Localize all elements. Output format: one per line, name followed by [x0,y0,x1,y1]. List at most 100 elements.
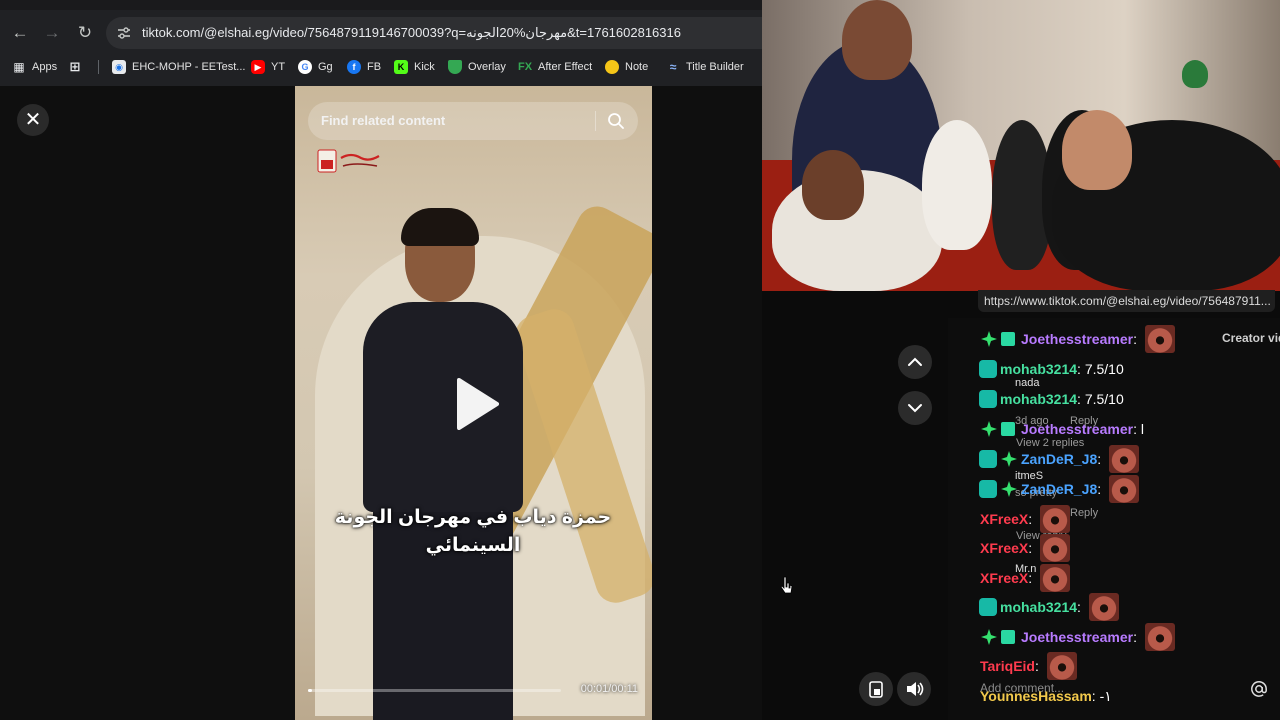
bookmark-label: Kick [414,61,435,73]
miniplayer-button[interactable] [859,672,893,706]
chat-username[interactable]: mohab3214 [1000,391,1077,407]
progress-bar[interactable] [308,689,561,692]
tiktok-viewer: ✕ Find related content حمزة دياب في مهرج… [0,86,762,720]
volume-icon [907,682,924,696]
caption-line: السينمائي [425,535,521,556]
chat-text: l [1140,421,1144,437]
bookmark-apps[interactable]: ▦ Apps [12,56,57,78]
bookmark-label: Note [625,61,649,73]
youtube-icon: ▶ [251,60,265,74]
bookmark-gg[interactable]: G Gg [298,56,333,78]
bookmark-overlay[interactable]: Overlay [448,56,506,78]
sparkle-badge-icon [981,629,997,645]
emote-icon [1040,564,1071,592]
search-icon[interactable] [606,111,626,131]
gg-badge-icon [979,360,997,378]
link-tooltip: https://www.tiktok.com/@elshai.eg/video/… [978,290,1275,312]
chat-username[interactable]: mohab3214 [1000,361,1077,377]
bookmark-label: Title Builder [686,61,744,73]
chat-username[interactable]: Joethesstreamer [1021,629,1133,645]
browser-chrome: ← → ↻ tiktok.com/@elshai.eg/video/756487… [0,0,766,86]
chat-text: 7.5/10 [1084,391,1124,407]
emote-icon [1040,505,1071,533]
bookmark-note[interactable]: Note [605,56,648,78]
chat-message: TariqEid: [980,652,1077,680]
site-settings-icon[interactable] [116,25,132,41]
mouse-cursor-icon [780,576,793,594]
chat-message: Joethesstreamer: [980,325,1175,353]
mention-icon[interactable] [1249,679,1269,699]
reply-link[interactable]: Reply [1070,507,1098,519]
gg-badge-icon [979,450,997,468]
video-subject [343,208,543,720]
wave-icon: ≈ [669,60,677,74]
bookmark-ehc[interactable]: ◉ EHC-MOHP - EETest... [112,56,245,78]
chevron-up-icon [908,357,922,366]
video-player[interactable]: Find related content حمزة دياب في مهرجان… [295,86,652,720]
back-button[interactable]: ← [9,22,31,44]
chat-text: 7.5/10 [1084,361,1124,377]
chat-username[interactable]: TariqEid [980,658,1035,674]
bookmark-kick[interactable]: K Kick [394,56,435,78]
creator-videos-tab[interactable]: Creator vid [1222,331,1280,345]
grid-icon: ⊞ [69,59,81,74]
emote-icon [1109,475,1140,503]
toolbar: ← → ↻ tiktok.com/@elshai.eg/video/756487… [0,14,766,52]
emote-icon [1109,445,1140,473]
bookmarks-bar: ▦ Apps ⊞ ◉ EHC-MOHP - EETest... ▶ YT G G… [0,56,762,78]
bookmark-grid[interactable]: ⊞ [68,56,88,78]
picture-in-picture-icon [869,681,883,698]
emote-icon [1040,534,1071,562]
forward-button[interactable]: → [41,22,63,44]
chat-message: YounnesHassam: -١ [980,687,1112,705]
url-text[interactable]: tiktok.com/@elshai.eg/video/756487911914… [142,25,681,41]
previous-video-button[interactable] [898,345,932,379]
site-icon: ◉ [112,60,126,74]
search-divider [595,111,596,131]
note-icon [605,60,619,74]
reload-button[interactable]: ↻ [74,22,96,44]
gg-badge-icon [979,390,997,408]
chat-text: -١ [1099,687,1112,704]
bookmark-label: YT [271,61,286,73]
sparkle-badge-icon [981,331,997,347]
bookmark-yt[interactable]: ▶ YT [251,56,285,78]
bookmark-label: Apps [32,61,58,73]
next-video-button[interactable] [898,391,932,425]
play-icon[interactable] [453,376,501,432]
chat-username[interactable]: XFreeX [980,570,1028,586]
chat-username[interactable]: Joethesstreamer [1021,331,1133,347]
bookmark-after-effect[interactable]: FX After Effect [518,56,592,78]
channel-logo-icon [317,149,380,173]
chat-username[interactable]: Joethesstreamer [1021,421,1133,437]
gg-badge-icon [979,480,997,498]
chat-username[interactable]: mohab3214 [1000,599,1077,615]
chat-message: Joethesstreamer: [980,623,1175,651]
bookmark-fb[interactable]: f FB [347,56,381,78]
chevron-down-icon [908,404,922,413]
chat-message: XFreeX: [980,505,1071,533]
kick-icon: K [394,60,408,74]
bookmark-title-builder[interactable]: ≈ Title Builder [666,56,744,78]
sparkle-badge-icon [1001,481,1017,497]
volume-button[interactable] [897,672,931,706]
progress-fill [308,689,312,692]
emote-icon [1144,325,1175,353]
related-search-input[interactable]: Find related content [308,102,638,140]
chat-username[interactable]: YounnesHassam [980,688,1092,704]
chat-username[interactable]: ZanDeR_J8 [1021,481,1097,497]
bookmark-label: Overlay [468,61,506,73]
caption-line: حمزة دياب في مهرجان الجونة [334,507,612,528]
apps-grid-icon: ▦ [13,60,25,74]
chat-username[interactable]: XFreeX [980,511,1028,527]
address-bar[interactable]: tiktok.com/@elshai.eg/video/756487911914… [106,17,766,49]
chat-username[interactable]: ZanDeR_J8 [1021,451,1097,467]
chat-username[interactable]: XFreeX [980,540,1028,556]
sparkle-badge-icon [1001,451,1017,467]
close-icon: ✕ [24,109,42,131]
chat-message: mohab3214: [979,593,1119,621]
bookmark-label: FB [367,61,382,73]
gift-badge-icon [1001,630,1015,644]
close-button[interactable]: ✕ [17,104,49,136]
gg-badge-icon [979,598,997,616]
